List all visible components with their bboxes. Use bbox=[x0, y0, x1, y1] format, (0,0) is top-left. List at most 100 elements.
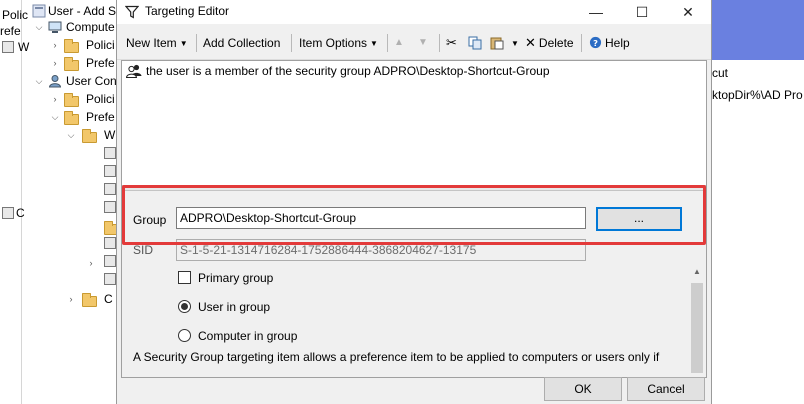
chevron-down-icon[interactable]: ⌵ bbox=[66, 126, 76, 144]
applications-icon[interactable] bbox=[104, 147, 116, 159]
ini-files-icon[interactable] bbox=[104, 237, 116, 249]
maximize-button[interactable]: ☐ bbox=[619, 0, 665, 24]
tree-item-windows-settings[interactable]: W bbox=[82, 126, 115, 144]
user-in-group-label: User in group bbox=[198, 300, 271, 314]
tree-item-label: W bbox=[18, 40, 30, 54]
tree-left-strip bbox=[0, 0, 22, 404]
tree-item-label: User Con bbox=[66, 74, 117, 88]
background-row-name: cut bbox=[712, 66, 729, 80]
tree-item-policies-1[interactable]: Polici bbox=[64, 36, 115, 54]
scroll-thumb[interactable] bbox=[691, 283, 703, 373]
tree-item-label: W bbox=[104, 128, 116, 142]
tree-item-preferences-2[interactable]: Prefe bbox=[64, 108, 115, 126]
cut-icon[interactable]: ✂ bbox=[446, 34, 457, 52]
tree-item-label: C bbox=[16, 206, 25, 220]
move-up-icon[interactable]: ▲ bbox=[394, 34, 404, 52]
add-collection-button[interactable]: Add Collection bbox=[203, 34, 280, 52]
background-details-pane: cut ktopDir%\AD Pro bbox=[712, 0, 804, 404]
tree-item-label: Polic bbox=[2, 8, 29, 22]
chevron-right-icon[interactable]: › bbox=[50, 90, 60, 108]
chevron-right-icon[interactable]: › bbox=[50, 36, 60, 54]
paste-icon[interactable] bbox=[490, 36, 504, 50]
policy-icon bbox=[2, 41, 14, 53]
tree-item-label: Polici bbox=[86, 38, 115, 52]
tree-item-w-top[interactable]: W bbox=[2, 38, 29, 56]
dialog-title: Targeting Editor bbox=[145, 4, 230, 18]
delete-label: Delete bbox=[538, 36, 574, 50]
chevron-right-icon[interactable]: › bbox=[86, 254, 96, 272]
sid-label: SID bbox=[133, 243, 154, 257]
registry-icon[interactable] bbox=[104, 255, 116, 267]
tree-item-c-left[interactable]: C bbox=[2, 204, 25, 222]
tree-item-label: User - Add S bbox=[48, 4, 117, 18]
caret-down-icon: ▼ bbox=[179, 39, 188, 48]
tree-item-policies-2[interactable]: Polici bbox=[64, 90, 115, 108]
background-tree-pane: Polic refe W C User - Add S ⌵ Compute › … bbox=[0, 0, 119, 404]
drive-maps-icon[interactable] bbox=[104, 165, 116, 177]
toolbar-separator bbox=[581, 34, 582, 52]
item-options-menu[interactable]: Item Options ▼ bbox=[299, 34, 378, 52]
title-bar: Targeting Editor — ☐ ✕ bbox=[117, 0, 711, 24]
computer-in-group-label: Computer in group bbox=[198, 329, 298, 343]
tree-item-label: Polici bbox=[86, 92, 115, 106]
caret-down-icon: ▼ bbox=[370, 39, 378, 48]
filter-icon bbox=[125, 5, 139, 19]
move-down-icon[interactable]: ▼ bbox=[418, 34, 428, 52]
tree-item-label: refe bbox=[0, 24, 21, 38]
cancel-button[interactable]: Cancel bbox=[627, 377, 705, 401]
chevron-down-icon[interactable]: ⌵ bbox=[34, 18, 44, 36]
tree-item-label: Prefe bbox=[86, 110, 115, 124]
new-item-label: New Item bbox=[126, 36, 177, 50]
chevron-right-icon[interactable]: › bbox=[66, 290, 76, 308]
folder-icon bbox=[64, 93, 79, 107]
toolbar-separator bbox=[439, 34, 440, 52]
user-icon bbox=[48, 75, 62, 88]
close-button[interactable]: ✕ bbox=[665, 0, 711, 24]
copy-icon[interactable] bbox=[468, 36, 482, 50]
ok-button[interactable]: OK bbox=[544, 377, 622, 401]
computer-icon bbox=[48, 21, 62, 33]
tree-item-computer-config[interactable]: Compute bbox=[48, 18, 115, 36]
folder-icon bbox=[64, 39, 79, 53]
tree-item-label: Prefe bbox=[86, 56, 115, 70]
paste-caret-down-icon[interactable]: ▼ bbox=[508, 34, 519, 52]
user-in-group-radio[interactable] bbox=[178, 300, 191, 313]
gpo-icon bbox=[32, 4, 46, 18]
security-group-icon bbox=[126, 64, 142, 78]
svg-text:?: ? bbox=[593, 38, 598, 48]
tree-item-label: C bbox=[104, 292, 113, 306]
minimize-button[interactable]: — bbox=[573, 0, 619, 24]
annotation-highlight-box bbox=[122, 185, 706, 245]
files-icon[interactable] bbox=[104, 201, 116, 213]
shortcuts-icon[interactable] bbox=[104, 273, 116, 285]
help-label: Help bbox=[605, 36, 630, 50]
toolbar: New Item ▼ Add Collection Item Options ▼ ▲… bbox=[117, 24, 711, 60]
new-item-menu[interactable]: New Item ▼ bbox=[126, 34, 188, 52]
chevron-right-icon[interactable]: › bbox=[50, 54, 60, 72]
chevron-down-icon[interactable]: ⌵ bbox=[34, 72, 44, 90]
tree-item-user-config[interactable]: User Con bbox=[48, 72, 117, 90]
help-button[interactable]: ? Help bbox=[589, 34, 630, 52]
primary-group-checkbox[interactable] bbox=[178, 271, 191, 284]
scroll-up-icon[interactable]: ▲ bbox=[690, 265, 704, 279]
tree-item-control-panel[interactable]: C bbox=[82, 290, 113, 308]
environment-icon[interactable] bbox=[104, 183, 116, 195]
delete-x-icon: ✕ bbox=[525, 35, 536, 50]
toolbar-separator bbox=[387, 34, 388, 52]
targeting-item-row[interactable]: the user is a member of the security gro… bbox=[146, 62, 550, 80]
folder-icon bbox=[64, 57, 79, 71]
background-selected-header bbox=[712, 0, 804, 60]
tree-item-label: Compute bbox=[66, 20, 115, 34]
item-options-label: Item Options bbox=[299, 36, 368, 50]
chevron-down-icon[interactable]: ⌵ bbox=[50, 108, 60, 126]
description-text: A Security Group targeting item allows a… bbox=[133, 350, 660, 364]
toolbar-separator bbox=[291, 34, 292, 52]
delete-button[interactable]: ✕ Delete bbox=[525, 34, 574, 52]
background-row-target: ktopDir%\AD Pro bbox=[712, 88, 803, 102]
help-icon: ? bbox=[589, 36, 602, 49]
toolbar-separator bbox=[196, 34, 197, 52]
policy-icon bbox=[2, 207, 14, 219]
tree-item-preferences-1[interactable]: Prefe bbox=[64, 54, 115, 72]
primary-group-label: Primary group bbox=[198, 271, 274, 285]
computer-in-group-radio[interactable] bbox=[178, 329, 191, 342]
